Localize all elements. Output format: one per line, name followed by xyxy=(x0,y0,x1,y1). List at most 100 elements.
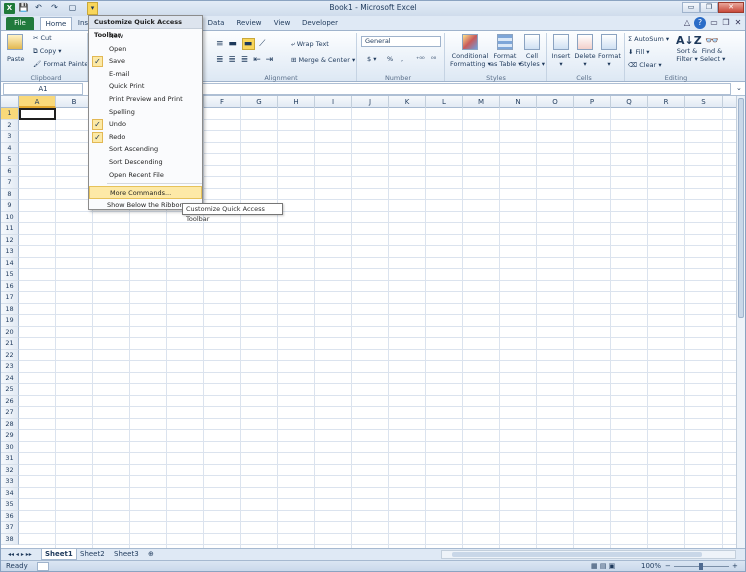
tab-data[interactable]: Data xyxy=(205,17,227,30)
view-buttons[interactable]: ▦ ▤ ▣ xyxy=(591,562,615,570)
column-header[interactable]: N xyxy=(500,96,537,108)
menu-item-sort-descending[interactable]: Sort Descending xyxy=(89,156,202,169)
row-header[interactable]: 14 xyxy=(1,257,19,269)
row-header[interactable]: 33 xyxy=(1,476,19,488)
row-header[interactable]: 24 xyxy=(1,372,19,384)
column-header[interactable]: F xyxy=(204,96,241,108)
insert-sheet-icon[interactable]: ⊕ xyxy=(145,549,157,560)
column-header[interactable]: P xyxy=(574,96,611,108)
middle-align-icon[interactable]: ▬ xyxy=(241,38,256,50)
menu-item-e-mail[interactable]: E-mail xyxy=(89,68,202,81)
row-header[interactable]: 5 xyxy=(1,154,19,166)
row-header[interactable]: 26 xyxy=(1,395,19,407)
format-painter-button[interactable]: 🖌 Format Painter xyxy=(33,60,91,68)
format-as-table-button[interactable]: Format as Table ▾ xyxy=(490,34,522,68)
row-header[interactable]: 1 xyxy=(1,108,19,120)
row-header[interactable]: 18 xyxy=(1,303,19,315)
column-header[interactable]: H xyxy=(278,96,315,108)
row-header[interactable]: 12 xyxy=(1,234,19,246)
wrap-text-button[interactable]: ⤶ Wrap Text xyxy=(291,40,329,49)
paste-button[interactable]: Paste xyxy=(7,34,25,63)
zoom-slider-thumb[interactable] xyxy=(699,563,703,570)
row-header[interactable]: 29 xyxy=(1,430,19,442)
sheet-navigation-icon[interactable]: ◂◂ ◂ ▸ ▸▸ xyxy=(5,549,35,560)
copy-button[interactable]: ⧉ Copy ▾ xyxy=(33,47,62,56)
horizontal-scrollbar[interactable] xyxy=(441,550,736,559)
row-header[interactable]: 37 xyxy=(1,522,19,534)
horizontal-align-icons[interactable]: ≣ ≣ ≣ ⇤ ⇥ xyxy=(216,55,274,65)
row-header[interactable]: 7 xyxy=(1,177,19,189)
minimize-ribbon-icon[interactable]: △ xyxy=(681,17,693,29)
menu-item-redo[interactable]: ✓ Redo xyxy=(89,131,202,144)
menu-item-open[interactable]: Open xyxy=(89,43,202,56)
zoom-out-button[interactable]: − xyxy=(665,562,671,570)
row-header[interactable]: 20 xyxy=(1,326,19,338)
conditional-formatting-button[interactable]: Conditional Formatting ▾ xyxy=(450,34,491,68)
column-header[interactable]: S xyxy=(685,96,723,108)
close-button[interactable]: ✕ xyxy=(718,2,744,13)
menu-item-spelling[interactable]: Spelling xyxy=(89,106,202,119)
autosum-button[interactable]: Σ AutoSum ▾ xyxy=(628,35,669,43)
sheet-tab-sheet3[interactable]: Sheet3 xyxy=(111,549,142,560)
column-header[interactable]: A xyxy=(19,96,56,108)
number-format-dropdown[interactable]: General xyxy=(361,36,441,47)
tab-developer[interactable]: Developer xyxy=(301,17,339,30)
row-header[interactable]: 23 xyxy=(1,361,19,373)
column-header[interactable]: I xyxy=(315,96,352,108)
name-box[interactable]: A1 xyxy=(3,83,83,95)
delete-cells-button[interactable]: Delete ▾ xyxy=(574,34,596,68)
increase-decimal-button[interactable]: ⁺⁰⁰ xyxy=(416,55,425,63)
row-header[interactable]: 28 xyxy=(1,418,19,430)
comma-button[interactable]: , xyxy=(401,55,403,63)
horizontal-scroll-thumb[interactable] xyxy=(452,552,702,557)
row-header[interactable]: 9 xyxy=(1,200,19,212)
column-header[interactable]: J xyxy=(352,96,389,108)
vertical-scroll-thumb[interactable] xyxy=(738,98,744,318)
minimize-button[interactable]: ▭ xyxy=(682,2,700,13)
menu-item-quick-print[interactable]: Quick Print xyxy=(89,80,202,93)
fill-button[interactable]: ⬇ Fill ▾ xyxy=(628,48,650,56)
currency-button[interactable]: $ ▾ xyxy=(367,55,376,63)
row-header[interactable]: 32 xyxy=(1,464,19,476)
restore-button[interactable]: ❐ xyxy=(700,2,718,13)
tab-file[interactable]: File xyxy=(6,17,34,30)
row-header[interactable]: 11 xyxy=(1,223,19,235)
selected-cell[interactable] xyxy=(19,108,56,120)
select-all-corner[interactable] xyxy=(1,96,19,108)
row-header[interactable]: 35 xyxy=(1,499,19,511)
menu-item-more-commands[interactable]: More Commands... xyxy=(89,186,202,199)
column-header[interactable]: O xyxy=(537,96,574,108)
column-header[interactable]: M xyxy=(463,96,500,108)
column-header[interactable]: Q xyxy=(611,96,648,108)
column-header[interactable]: L xyxy=(426,96,463,108)
menu-item-save[interactable]: ✓ Save xyxy=(89,55,202,68)
row-header[interactable]: 6 xyxy=(1,165,19,177)
clear-button[interactable]: ⌫ Clear ▾ xyxy=(628,61,662,69)
insert-cells-button[interactable]: Insert ▾ xyxy=(550,34,572,68)
row-header[interactable]: 10 xyxy=(1,211,19,223)
sort-filter-button[interactable]: A↓Z Sort & Filter ▾ xyxy=(676,34,702,63)
format-cells-button[interactable]: Format ▾ xyxy=(598,34,621,68)
row-header[interactable]: 34 xyxy=(1,487,19,499)
zoom-slider[interactable] xyxy=(674,563,729,570)
row-header[interactable]: 21 xyxy=(1,338,19,350)
cell-styles-button[interactable]: Cell Styles ▾ xyxy=(520,34,545,68)
sheet-tab-sheet1[interactable]: Sheet1 xyxy=(41,549,77,560)
zoom-in-button[interactable]: + xyxy=(732,562,738,570)
tab-home[interactable]: Home xyxy=(40,17,72,30)
row-header[interactable]: 38 xyxy=(1,533,19,545)
tab-view[interactable]: View xyxy=(271,17,293,30)
menu-item-sort-ascending[interactable]: Sort Ascending xyxy=(89,143,202,156)
workbook-restore-icon[interactable]: ❐ xyxy=(720,17,732,29)
merge-center-button[interactable]: ⊞ Merge & Center ▾ xyxy=(291,56,355,64)
row-header[interactable]: 36 xyxy=(1,510,19,522)
column-header[interactable]: R xyxy=(648,96,685,108)
row-header[interactable]: 17 xyxy=(1,292,19,304)
menu-item-print-preview-and-print[interactable]: Print Preview and Print xyxy=(89,93,202,106)
vertical-align-icons[interactable]: ≡ ▬ ▬ ⟋ xyxy=(216,38,266,50)
column-header[interactable]: K xyxy=(389,96,426,108)
row-header[interactable]: 2 xyxy=(1,119,19,131)
row-header[interactable]: 27 xyxy=(1,407,19,419)
expand-formula-bar-icon[interactable]: ⌄ xyxy=(736,84,742,92)
workbook-minimize-icon[interactable]: ▭ xyxy=(708,17,720,29)
